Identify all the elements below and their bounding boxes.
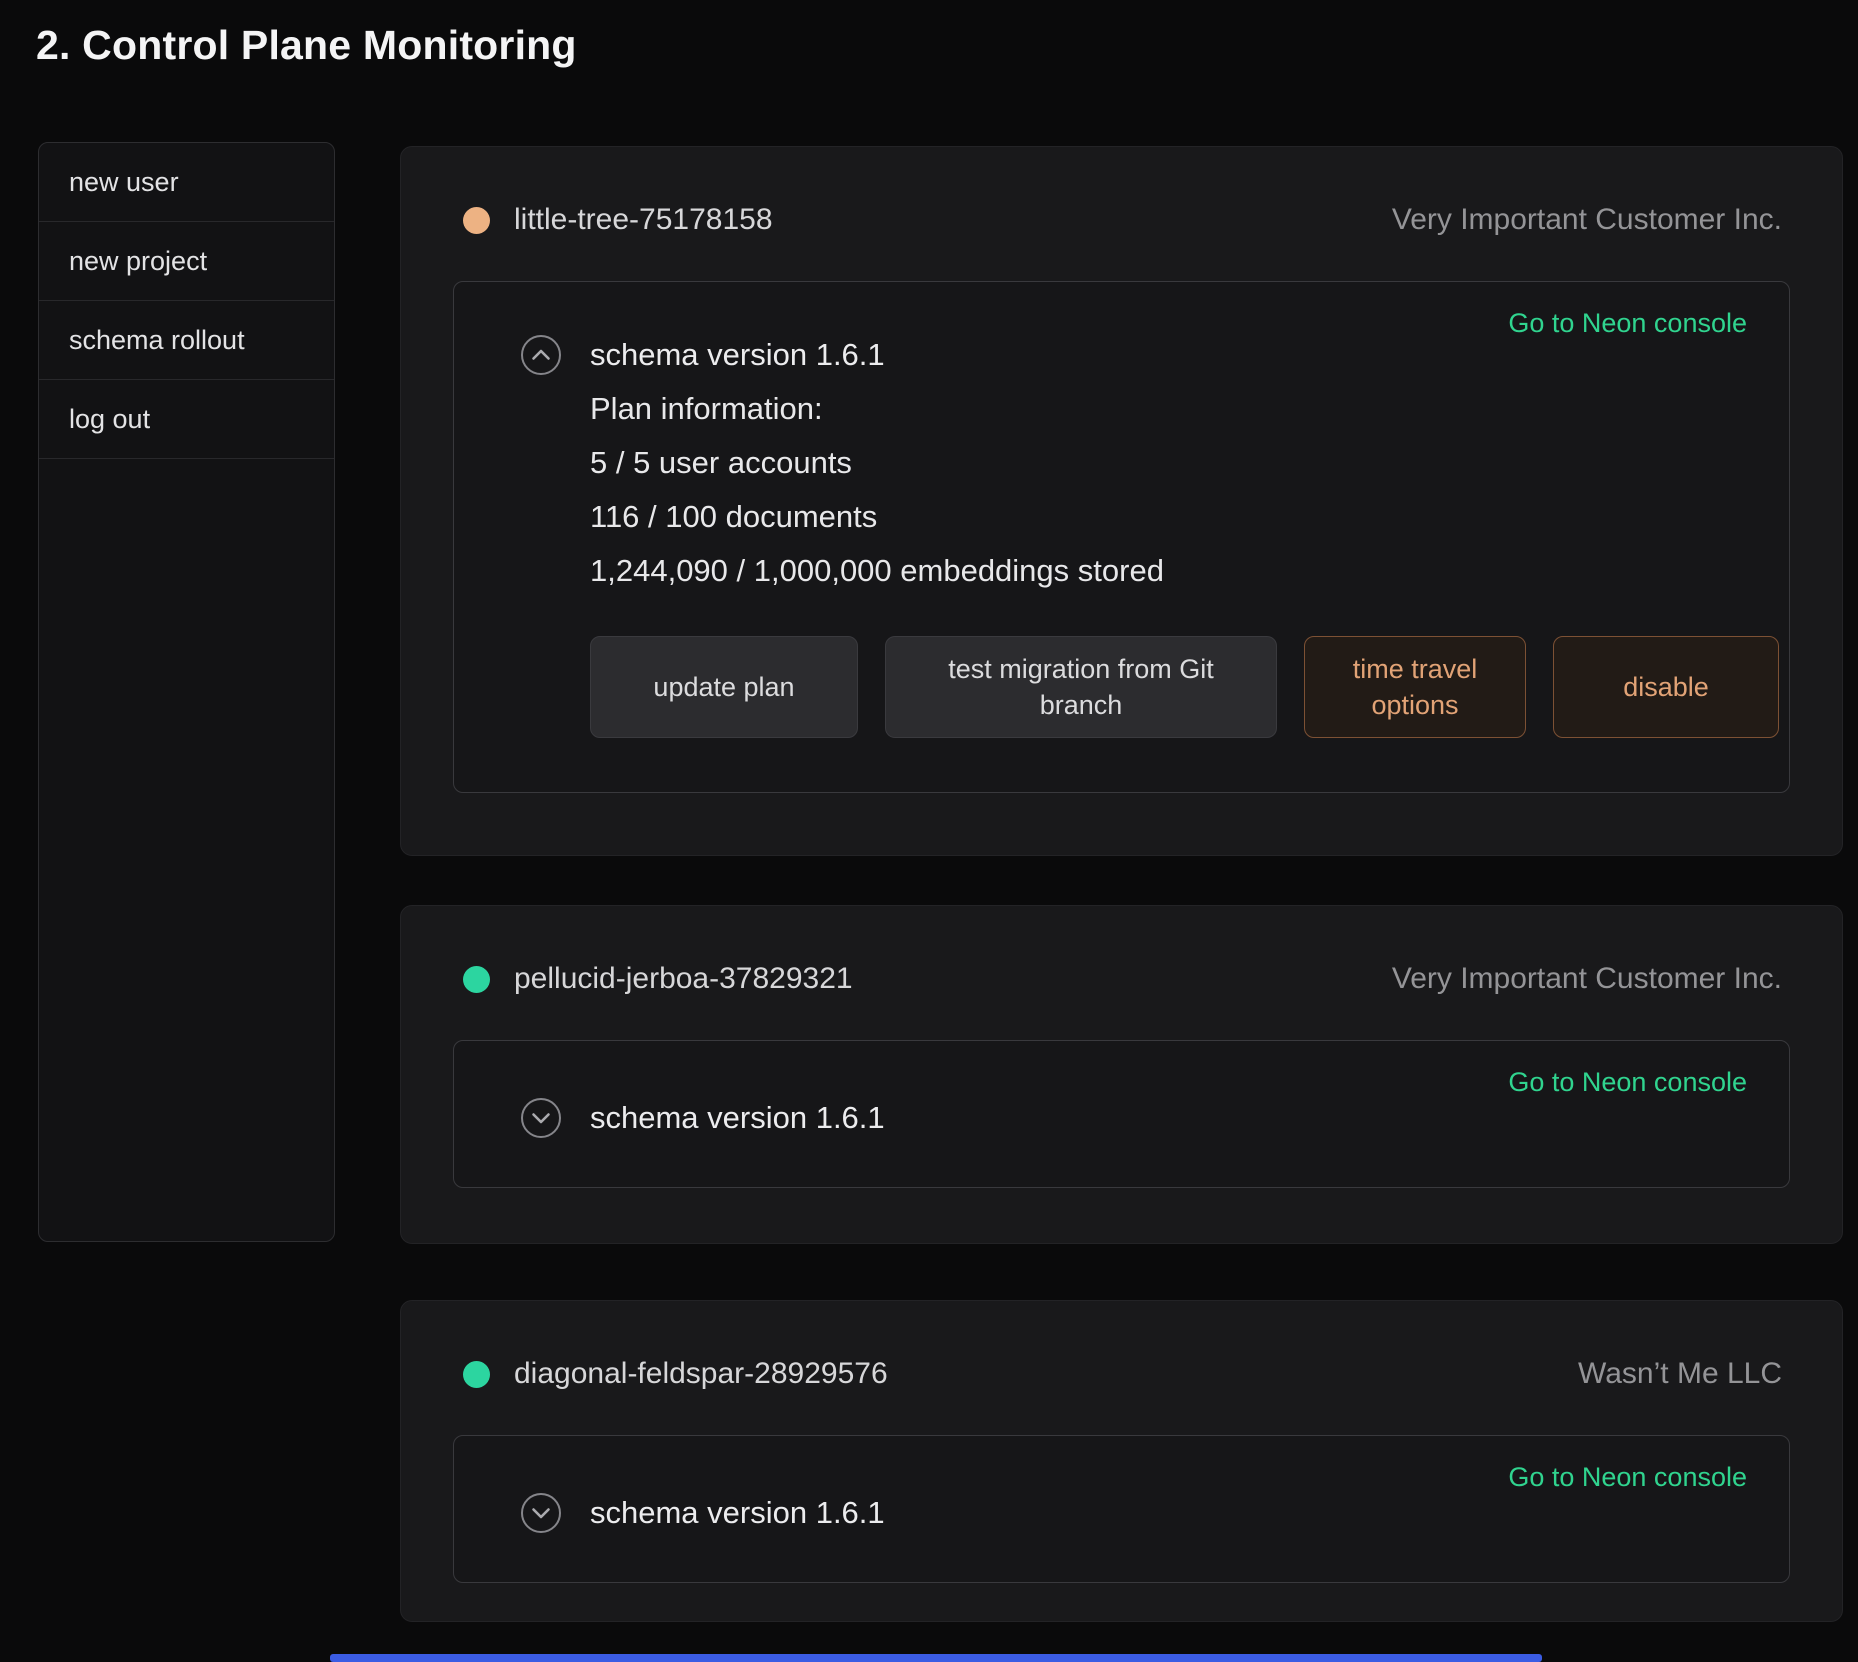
bottom-accent-bar <box>330 1654 1542 1662</box>
customer-name: Wasn’t Me LLC <box>1578 1357 1782 1391</box>
schema-version: schema version 1.6.1 <box>590 1486 1745 1540</box>
time-travel-options-button[interactable]: time travel options <box>1304 636 1526 738</box>
chevron-down-icon[interactable] <box>520 1492 562 1534</box>
plan-user-accounts: 5 / 5 user accounts <box>590 436 1779 490</box>
plan-embeddings: 1,244,090 / 1,000,000 embeddings stored <box>590 544 1779 598</box>
control-plane-page: 2. Control Plane Monitoring new user new… <box>0 0 1858 1662</box>
schema-version: schema version 1.6.1 <box>590 1091 1745 1145</box>
status-dot <box>463 207 490 234</box>
project-name: diagonal-feldspar-28929576 <box>514 1357 888 1391</box>
chevron-down-icon[interactable] <box>520 1097 562 1139</box>
neon-console-link[interactable]: Go to Neon console <box>1508 308 1747 339</box>
chevron-up-icon[interactable] <box>520 334 562 376</box>
project-details-panel: Go to Neon console schema version 1.6.1 <box>453 1435 1790 1583</box>
project-name: pellucid-jerboa-37829321 <box>514 962 853 996</box>
customer-name: Very Important Customer Inc. <box>1392 962 1782 996</box>
disable-button[interactable]: disable <box>1553 636 1779 738</box>
project-name: little-tree-75178158 <box>514 203 773 237</box>
plan-heading: Plan information: <box>590 382 1779 436</box>
sidebar-item-log-out[interactable]: log out <box>39 380 334 459</box>
status-dot <box>463 966 490 993</box>
status-dot <box>463 1361 490 1388</box>
sidebar: new user new project schema rollout log … <box>38 142 335 1242</box>
neon-console-link[interactable]: Go to Neon console <box>1508 1462 1747 1493</box>
neon-console-link[interactable]: Go to Neon console <box>1508 1067 1747 1098</box>
project-actions: update plan test migration from Git bran… <box>590 636 1779 738</box>
project-card-pellucid-jerboa: pellucid-jerboa-37829321 Very Important … <box>400 905 1843 1244</box>
update-plan-button[interactable]: update plan <box>590 636 858 738</box>
test-migration-button[interactable]: test migration from Git branch <box>885 636 1277 738</box>
sidebar-item-schema-rollout[interactable]: schema rollout <box>39 301 334 380</box>
project-card-header: little-tree-75178158 Very Important Cust… <box>401 147 1842 237</box>
customer-name: Very Important Customer Inc. <box>1392 203 1782 237</box>
project-details-panel: Go to Neon console schema version 1.6.1 … <box>453 281 1790 793</box>
project-card-header: diagonal-feldspar-28929576 Wasn’t Me LLC <box>401 1301 1842 1391</box>
project-card-little-tree: little-tree-75178158 Very Important Cust… <box>400 146 1843 856</box>
plan-documents: 116 / 100 documents <box>590 490 1779 544</box>
project-card-header: pellucid-jerboa-37829321 Very Important … <box>401 906 1842 996</box>
sidebar-item-new-user[interactable]: new user <box>39 143 334 222</box>
project-card-diagonal-feldspar: diagonal-feldspar-28929576 Wasn’t Me LLC… <box>400 1300 1843 1622</box>
sidebar-item-new-project[interactable]: new project <box>39 222 334 301</box>
project-details-panel: Go to Neon console schema version 1.6.1 <box>453 1040 1790 1188</box>
page-title: 2. Control Plane Monitoring <box>36 22 577 69</box>
